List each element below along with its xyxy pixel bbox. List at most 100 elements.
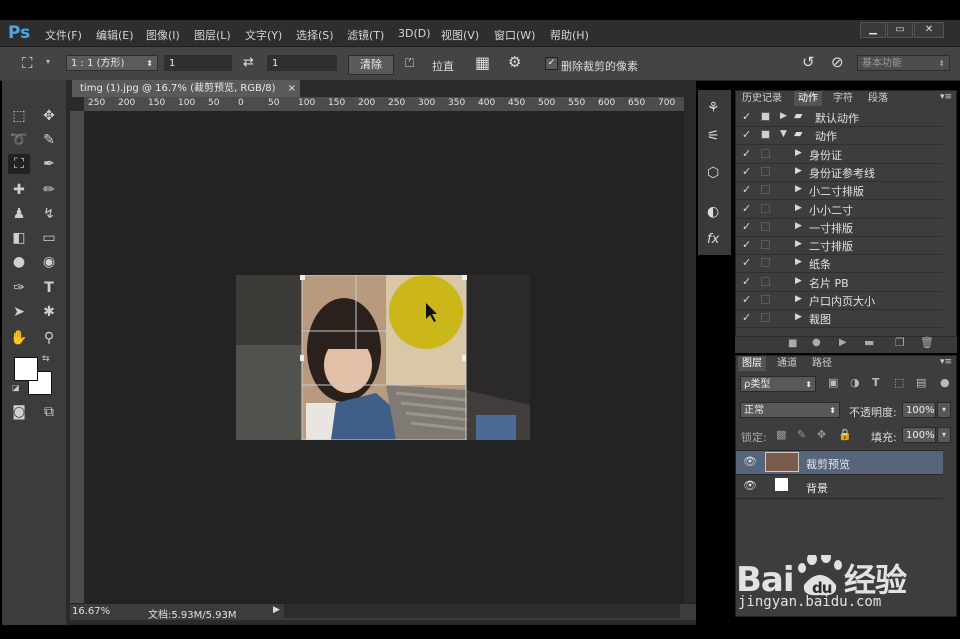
move-tool-icon[interactable]: ✥ xyxy=(38,106,60,126)
delete-cropped-checkbox[interactable]: ✓ xyxy=(545,57,558,70)
layer-name[interactable]: 裁剪预览 xyxy=(806,456,850,472)
dialog-toggle-box[interactable] xyxy=(761,313,770,323)
dialog-toggle-box[interactable] xyxy=(761,130,770,140)
expand-right-icon[interactable]: ▶ xyxy=(780,111,787,121)
action-label[interactable]: 小二寸排版 xyxy=(809,183,864,199)
type-tool-icon[interactable]: T xyxy=(38,278,60,298)
expand-right-icon[interactable]: ▶ xyxy=(795,166,802,176)
action-enabled-check-icon[interactable]: ✓ xyxy=(742,293,751,306)
gradient-tool-icon[interactable]: ▭ xyxy=(38,228,60,248)
zoom-tool-icon[interactable]: ⚲ xyxy=(38,328,60,348)
action-label[interactable]: 一寸排版 xyxy=(809,220,853,236)
default-colors-icon[interactable]: ◪ xyxy=(12,383,20,392)
reset-icon[interactable]: ↺ xyxy=(802,53,815,71)
menu-type[interactable]: 文字(Y) xyxy=(245,27,282,43)
action-label[interactable]: 默认动作 xyxy=(815,110,859,126)
quick-select-tool-icon[interactable]: ✎ xyxy=(38,130,60,150)
action-enabled-check-icon[interactable]: ✓ xyxy=(742,110,751,123)
trash-icon[interactable]: 🗑 xyxy=(920,336,934,349)
dialog-toggle-box[interactable] xyxy=(761,185,770,195)
tab-paragraph[interactable]: 段落 xyxy=(864,91,892,106)
eraser-tool-icon[interactable]: ◧ xyxy=(8,228,30,248)
tab-paths[interactable]: 路径 xyxy=(808,356,836,371)
expand-right-icon[interactable]: ▶ xyxy=(795,312,802,322)
tab-actions[interactable]: 动作 xyxy=(794,91,822,106)
pen-tool-icon[interactable]: ✑ xyxy=(8,278,30,298)
path-select-tool-icon[interactable]: ➤ xyxy=(8,302,30,322)
action-label[interactable]: 户口内页大小 xyxy=(809,293,875,309)
action-label[interactable]: 名片 PB xyxy=(809,275,849,291)
quick-mask-icon[interactable]: ◙ xyxy=(8,402,30,422)
expand-right-icon[interactable]: ▶ xyxy=(795,239,802,249)
cancel-icon[interactable]: ⊘ xyxy=(831,53,844,71)
filter-adjustment-icon[interactable]: ◑ xyxy=(850,376,860,389)
lock-pixels-icon[interactable]: ✎ xyxy=(797,428,806,441)
filter-shape-icon[interactable]: ⬚ xyxy=(894,376,904,389)
record-icon[interactable]: ● xyxy=(812,337,821,348)
close-button[interactable]: ✕ xyxy=(914,22,944,38)
action-enabled-check-icon[interactable]: ✓ xyxy=(742,311,751,324)
action-label[interactable]: 小小二寸 xyxy=(809,202,853,218)
lasso-tool-icon[interactable]: ➰ xyxy=(8,130,30,150)
layer-kind-filter[interactable]: ρ类型 ⬍ xyxy=(740,376,816,392)
gear-icon[interactable]: ⚙ xyxy=(508,53,521,71)
healing-brush-tool-icon[interactable]: ✚ xyxy=(8,180,30,200)
crop-height-input[interactable]: 1 xyxy=(267,55,337,71)
menu-3d[interactable]: 3D(D) xyxy=(398,27,431,40)
adjustments-icon[interactable]: ⚟ xyxy=(707,128,720,144)
menu-layer[interactable]: 图层(L) xyxy=(194,27,231,43)
fill-dropdown-icon[interactable]: ▾ xyxy=(937,427,951,443)
crop-width-input[interactable]: 1 xyxy=(164,55,232,71)
brush-tool-icon[interactable]: ✏ xyxy=(38,180,60,200)
menu-help[interactable]: 帮助(H) xyxy=(550,27,589,43)
fill-input[interactable]: 100% xyxy=(902,427,936,443)
action-enabled-check-icon[interactable]: ✓ xyxy=(742,238,751,251)
filter-pixel-icon[interactable]: ▣ xyxy=(828,376,838,389)
new-set-folder-icon[interactable]: ▬ xyxy=(864,336,874,349)
eyedropper-tool-icon[interactable]: ✒ xyxy=(38,154,60,174)
menu-file[interactable]: 文件(F) xyxy=(45,27,82,43)
blur-tool-icon[interactable]: ● xyxy=(8,252,30,272)
tab-character[interactable]: 字符 xyxy=(829,91,857,106)
minimize-button[interactable]: ▁ xyxy=(860,22,886,38)
blend-mode-select[interactable]: 正常 ⬍ xyxy=(740,402,840,418)
fx-icon[interactable]: fx xyxy=(707,232,719,247)
tab-layers[interactable]: 图层 xyxy=(738,356,766,371)
styles-icon[interactable]: ◐ xyxy=(707,204,719,220)
expand-down-icon[interactable]: ▼ xyxy=(780,129,787,139)
shape-tool-icon[interactable]: ✱ xyxy=(38,302,60,322)
history-brush-tool-icon[interactable]: ↯ xyxy=(38,204,60,224)
workspace-select[interactable]: 基本功能 ⬍ xyxy=(857,55,950,71)
dialog-toggle-box[interactable] xyxy=(761,112,770,121)
crop-tool-icon[interactable]: ⛶ xyxy=(22,54,33,72)
action-enabled-check-icon[interactable]: ✓ xyxy=(742,165,751,178)
dialog-toggle-box[interactable] xyxy=(761,203,770,213)
menu-edit[interactable]: 编辑(E) xyxy=(96,27,134,43)
action-enabled-check-icon[interactable]: ✓ xyxy=(742,275,751,288)
action-enabled-check-icon[interactable]: ✓ xyxy=(742,220,751,233)
marquee-tool-icon[interactable]: ⬚ xyxy=(8,106,30,126)
dialog-toggle-box[interactable] xyxy=(761,240,770,250)
action-enabled-check-icon[interactable]: ✓ xyxy=(742,256,751,269)
screen-mode-icon[interactable]: ⧉ xyxy=(38,402,60,422)
clear-button[interactable]: 清除 xyxy=(348,55,394,75)
straighten-icon[interactable]: ⏍ xyxy=(405,56,414,71)
grid-overlay-icon[interactable]: ▦ xyxy=(475,53,490,72)
expand-right-icon[interactable]: ▶ xyxy=(795,294,802,304)
ratio-select[interactable]: 1 : 1 (方形) ⬍ xyxy=(66,55,158,71)
stamp-tool-icon[interactable]: ♟ xyxy=(8,204,30,224)
lock-position-icon[interactable]: ✥ xyxy=(817,428,826,441)
lock-transparent-icon[interactable]: ▩ xyxy=(776,428,786,441)
dialog-toggle-box[interactable] xyxy=(761,258,770,268)
dialog-toggle-box[interactable] xyxy=(761,276,770,286)
new-action-icon[interactable]: ❐ xyxy=(895,336,905,349)
expand-right-icon[interactable]: ▶ xyxy=(795,184,802,194)
3d-cube-icon[interactable]: ⬡ xyxy=(707,165,719,181)
crop-tool-icon[interactable]: ⛶ xyxy=(8,154,30,174)
action-label[interactable]: 裁图 xyxy=(809,311,831,327)
brush-preset-icon[interactable]: ⚘ xyxy=(707,100,720,116)
photo-image[interactable] xyxy=(236,275,530,440)
action-enabled-check-icon[interactable]: ✓ xyxy=(742,128,751,141)
dialog-toggle-box[interactable] xyxy=(761,221,770,231)
hand-tool-icon[interactable]: ✋ xyxy=(8,328,30,348)
